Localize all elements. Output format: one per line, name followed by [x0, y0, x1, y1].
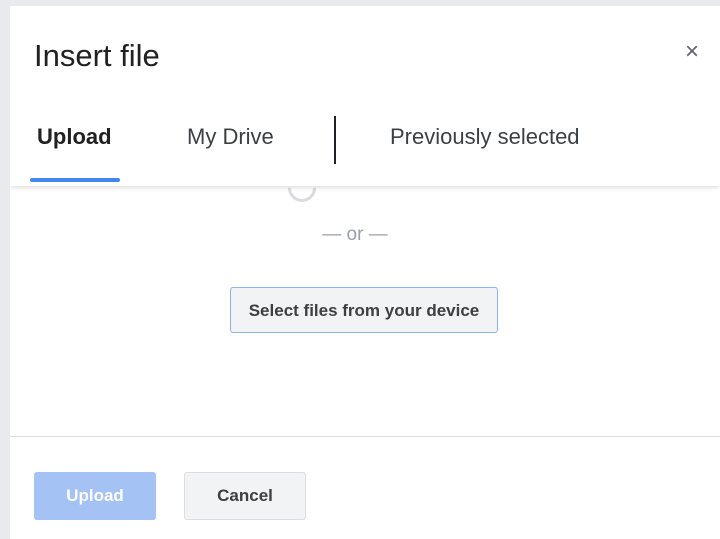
upload-panel: — or — Select files from your device — [10, 168, 720, 438]
tab-upload[interactable]: Upload — [37, 126, 112, 148]
tab-my-drive[interactable]: My Drive — [187, 126, 274, 148]
tab-previously-selected[interactable]: Previously selected — [390, 126, 580, 148]
dialog-header: Insert file × — [10, 6, 720, 96]
footer-divider — [10, 436, 720, 437]
tab-divider — [334, 116, 336, 164]
close-icon[interactable]: × — [680, 40, 704, 64]
insert-file-dialog: Insert file × Upload My Drive Previously… — [10, 6, 720, 539]
cancel-button[interactable]: Cancel — [184, 472, 306, 520]
select-files-button[interactable]: Select files from your device — [230, 287, 498, 333]
upload-button[interactable]: Upload — [34, 472, 156, 520]
tab-bar: Upload My Drive Previously selected — [10, 96, 720, 186]
active-tab-indicator — [30, 178, 120, 182]
or-separator: — or — — [322, 224, 388, 245]
dialog-title: Insert file — [34, 38, 160, 73]
